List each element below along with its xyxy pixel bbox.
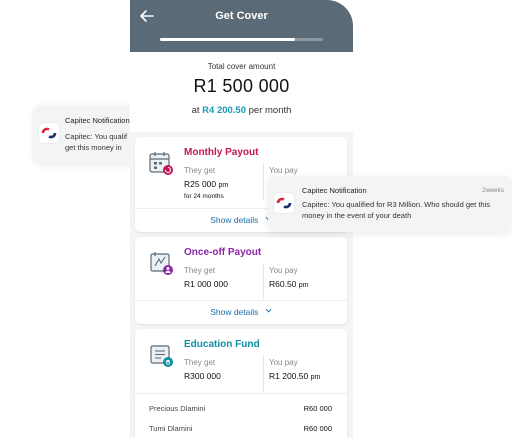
they-get-label: They get [184, 266, 216, 275]
beneficiary-name: Precious Dlamini [149, 404, 206, 413]
you-pay-unit: pm [298, 282, 309, 289]
they-get-amount: R300 000 [184, 371, 221, 381]
app-header: Get Cover [130, 0, 353, 52]
column-divider [263, 163, 264, 199]
they-get-amount: R25 000 [184, 179, 217, 189]
education-fund-card[interactable]: Education Fund They get R300 000 You pay… [135, 329, 347, 438]
column-divider [263, 355, 264, 391]
card-separator [135, 393, 347, 394]
education-icon [150, 345, 173, 367]
total-cover-amount: R1 500 000 [193, 76, 290, 96]
you-pay-label: You pay [269, 358, 298, 367]
you-pay-unit: pm [310, 374, 321, 381]
notification-body-line2: get this money in [65, 143, 122, 152]
card-title: Monthly Payout [184, 147, 259, 158]
monthly-amount: R4 200.50 [202, 105, 246, 116]
capitec-logo-icon [274, 193, 294, 213]
you-pay-amount: R1 200.50 [269, 371, 309, 381]
notification-app-name: Capitec Notification [65, 116, 130, 125]
page-title: Get Cover [215, 10, 268, 22]
chevron-down-icon [265, 308, 272, 313]
notification-right[interactable]: Capitec Notification 2weeks Capitec: You… [268, 176, 512, 232]
cover-summary: Total cover amount R1 500 000 at R4 200.… [130, 52, 353, 132]
notification-app-name: Capitec Notification [302, 186, 367, 195]
card-separator [135, 300, 347, 301]
you-pay-label: You pay [269, 166, 298, 175]
column-divider [263, 263, 264, 299]
progress-bar [160, 38, 323, 41]
they-get-duration: for 24 months [184, 193, 224, 200]
notification-body-line1: Capitec: You qualif [65, 132, 128, 141]
show-details-label: Show details [210, 307, 259, 317]
card-title: Education Fund [184, 339, 260, 350]
monthly-prefix: at [191, 105, 200, 116]
monthly-suffix: per month [248, 105, 292, 116]
calendar-icon [149, 152, 173, 175]
capitec-logo-icon [39, 123, 59, 143]
once-off-payout-card[interactable]: Once-off Payout They get R1 000 000 You … [135, 237, 347, 324]
beneficiary-amount: R60 000 [303, 424, 332, 433]
they-get-label: They get [184, 166, 216, 175]
notification-time: 2weeks [481, 187, 504, 194]
monthly-premium: at R4 200.50 per month [130, 105, 353, 116]
they-get-unit: pm [218, 182, 229, 189]
they-get-amount: R1 000 000 [184, 279, 228, 289]
beneficiary-name: Tumi Dlamini [149, 424, 193, 433]
card-title: Once-off Payout [184, 247, 262, 258]
show-details-label: Show details [210, 215, 259, 225]
notification-body: Capitec: You qualified for R3 Million. W… [302, 200, 491, 220]
show-details-link[interactable]: Show details [135, 307, 347, 317]
you-pay-value: R60.50 pm [269, 279, 309, 289]
document-person-icon [150, 252, 173, 275]
total-cover-label: Total cover amount [207, 62, 276, 71]
you-pay-amount: R60.50 [269, 279, 297, 289]
beneficiary-amount: R60 000 [303, 404, 332, 413]
you-pay-label: You pay [269, 266, 298, 275]
you-pay-value: R1 200.50 pm [269, 371, 320, 381]
they-get-label: They get [184, 358, 216, 367]
screen: Capitec Notification Capitec: You qualif… [0, 0, 512, 438]
they-get-value: R25 000 pm [184, 179, 228, 189]
progress-bar-fill [160, 38, 296, 41]
